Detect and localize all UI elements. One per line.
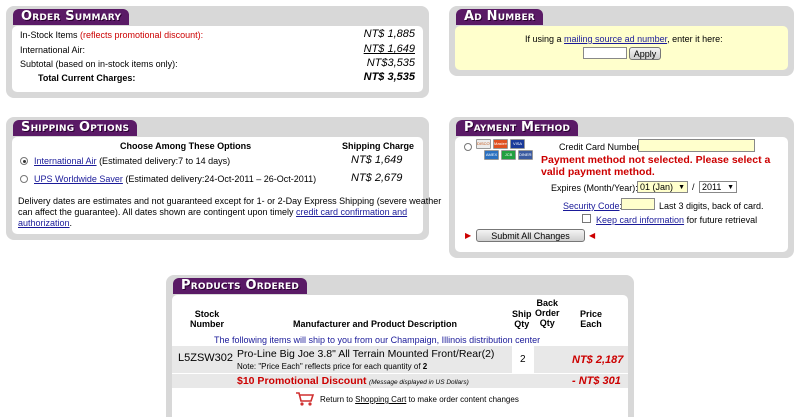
security-code-label: Security Code: — [563, 201, 622, 211]
summary-row-instock: In-Stock Items (reflects promotional dis… — [20, 30, 204, 40]
product-backorder-cell — [536, 346, 572, 373]
order-summary-body: In-Stock Items (reflects promotional dis… — [12, 26, 423, 92]
promo-label: $10 Promotional Discount (Message displa… — [237, 375, 469, 387]
order-summary-panel: Order Summary In-Stock Items (reflects p… — [6, 6, 429, 98]
shipping-radio-intl-air[interactable] — [20, 157, 28, 165]
mailing-source-link[interactable]: mailing source ad number — [564, 34, 667, 44]
arrow-right-icon: ▶ — [465, 231, 472, 240]
amex-card-icon: AMEX — [484, 150, 499, 160]
summary-total-label: Total Current Charges: — [38, 73, 136, 83]
cart-icon[interactable] — [295, 391, 315, 407]
shipping-col-charge: Shipping Charge — [342, 141, 414, 151]
discover-card-icon: DISCOVER — [476, 139, 491, 149]
submit-all-changes-button[interactable]: Submit All Changes — [476, 229, 585, 242]
promo-value: - NT$ 301 — [572, 375, 621, 387]
col-ship-qty: Ship Qty — [512, 309, 532, 329]
shipping-option-intl-air: International Air (Estimated delivery:7 … — [34, 156, 231, 166]
mastercard-icon: MasterCard — [493, 139, 508, 149]
shipping-charge-intl-air: NT$ 1,649 — [351, 154, 403, 166]
ad-number-input[interactable] — [583, 47, 627, 59]
shipping-note-line2: can affect the guarantee). All dates sho… — [18, 207, 408, 217]
summary-value-shipping: NT$ 1,649 — [363, 43, 415, 55]
shipping-radio-ups[interactable] — [20, 175, 28, 183]
payment-error-line2: valid payment method. — [541, 166, 655, 178]
expiry-month-select[interactable]: 01 (Jan) ▼ — [637, 181, 688, 193]
products-ordered-panel: Products Ordered Stock Number Manufactur… — [166, 275, 634, 417]
ups-saver-link[interactable]: UPS Worldwide Saver — [34, 174, 123, 184]
product-price-each: NT$ 2,187 — [572, 354, 624, 366]
return-to-cart: Return to Shopping Cart to make order co… — [320, 395, 519, 404]
security-code-input[interactable] — [621, 198, 655, 210]
summary-value-subtotal: NT$3,535 — [366, 57, 415, 69]
expiry-slash: / — [692, 182, 695, 192]
keep-card-label: Keep card information for future retriev… — [596, 215, 758, 225]
chevron-down-icon: ▼ — [678, 184, 685, 191]
products-ordered-body: Stock Number Manufacturer and Product De… — [172, 295, 628, 417]
payment-radio-card[interactable] — [464, 143, 472, 151]
cc-number-label: Credit Card Number: — [559, 142, 643, 152]
payment-method-panel: Payment Method DISCOVER MasterCard VISA … — [449, 117, 794, 258]
product-name: Pro-Line Big Joe 3.8" All Terrain Mounte… — [237, 348, 495, 360]
ship-from-note: The following items will ship to you fro… — [214, 335, 541, 345]
expiry-year-select[interactable]: 2011 ▼ — [699, 181, 737, 193]
intl-air-link[interactable]: International Air — [34, 156, 97, 166]
shipping-options-panel: Shipping Options Choose Among These Opti… — [6, 117, 441, 240]
products-ordered-title: Products Ordered — [173, 278, 307, 294]
keep-card-link[interactable]: Keep card information — [596, 215, 684, 225]
shipping-options-body: Choose Among These Options Shipping Char… — [12, 137, 441, 234]
col-stock: Stock Number — [190, 309, 225, 329]
order-summary-title: Order Summary — [13, 9, 130, 25]
shipping-note-line1: Delivery dates are estimates and not gua… — [18, 196, 442, 206]
summary-value-instock: NT$ 1,885 — [363, 28, 415, 40]
shipping-note-line3: authorization. — [18, 218, 73, 228]
cc-confirmation-link[interactable]: credit card confirmation and — [296, 207, 407, 217]
col-price-each: Price Each — [580, 309, 603, 329]
payment-error-line1: Payment method not selected. Please sele… — [541, 154, 771, 166]
shipping-charge-ups: NT$ 2,679 — [351, 172, 403, 184]
security-code-hint: Last 3 digits, back of card. — [659, 201, 764, 211]
expires-label: Expires (Month/Year): — [551, 183, 638, 193]
visa-card-icon: VISA — [510, 139, 525, 149]
summary-row-shipping: International Air: — [20, 45, 86, 55]
product-stock-number: L5ZSW302 — [178, 352, 234, 364]
payment-method-title: Payment Method — [456, 120, 579, 136]
chevron-down-icon: ▼ — [727, 184, 734, 191]
shipping-col-options: Choose Among These Options — [120, 141, 252, 151]
summary-row-subtotal: Subtotal (based on in-stock items only): — [20, 59, 178, 69]
ad-number-body: If using a mailing source ad number, ent… — [455, 26, 788, 70]
keep-card-checkbox[interactable] — [582, 214, 591, 223]
diners-card-icon: DINERS — [518, 150, 533, 160]
col-description: Manufacturer and Product Description — [293, 319, 458, 329]
shipping-option-ups: UPS Worldwide Saver (Estimated delivery:… — [34, 174, 317, 184]
summary-total-value: NT$ 3,535 — [363, 71, 415, 83]
product-note: Note: "Price Each" reflects price for ea… — [237, 362, 428, 371]
jcb-card-icon: JCB — [501, 150, 516, 160]
authorization-link[interactable]: authorization — [18, 218, 70, 228]
ad-number-prompt: If using a mailing source ad number, ent… — [525, 34, 723, 44]
shopping-cart-link[interactable]: Shopping Cart — [355, 395, 406, 404]
payment-method-body: DISCOVER MasterCard VISA AMEX JCB DINERS… — [455, 137, 788, 252]
security-code-link[interactable]: Security Code — [563, 201, 620, 211]
ad-number-panel: Ad Number If using a mailing source ad n… — [449, 6, 794, 76]
shipping-options-title: Shipping Options — [13, 120, 138, 136]
product-ship-qty: 2 — [520, 354, 526, 365]
apply-button[interactable]: Apply — [629, 47, 661, 60]
col-backorder-qty: Back Order Qty — [535, 298, 560, 328]
cc-number-input[interactable] — [638, 139, 755, 152]
arrow-left-icon: ◀ — [589, 231, 596, 240]
ad-number-title: Ad Number — [456, 9, 543, 25]
